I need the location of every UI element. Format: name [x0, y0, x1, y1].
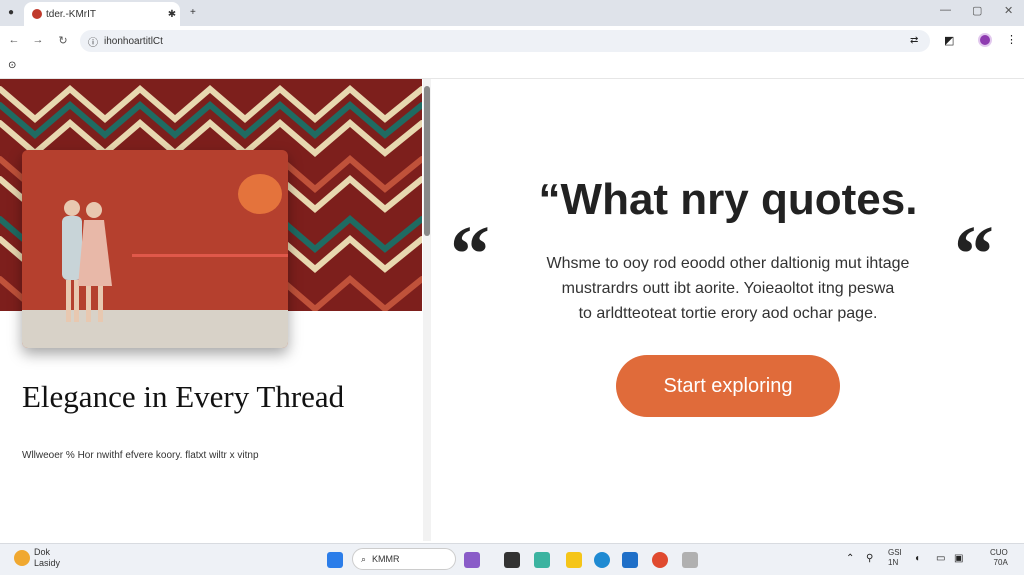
- translate-icon[interactable]: ⇄: [910, 35, 918, 46]
- quote-line: to arldtteoteat tortie erory aod ochar p…: [578, 305, 878, 322]
- quote-title: “What nry quotes.: [538, 175, 918, 224]
- headline-caption: Wllweoer % Hor nwithf efvere koory. flat…: [22, 450, 259, 461]
- network-icon[interactable]: ⚲: [866, 553, 873, 564]
- scrollbar-thumb[interactable]: [424, 86, 430, 236]
- tray-status-1-bottom: 1N: [888, 558, 899, 567]
- address-bar[interactable]: ⓘ ihonhoartitlCt: [80, 30, 930, 52]
- women-photo: [22, 150, 288, 348]
- store-icon[interactable]: [622, 552, 638, 568]
- settings-icon[interactable]: [682, 552, 698, 568]
- address-text: ihonhoartitlCt: [104, 35, 163, 47]
- widgets-icon[interactable]: [504, 552, 520, 568]
- extensions-icon[interactable]: ◩: [944, 34, 954, 47]
- menu-icon[interactable]: ⋮: [1006, 33, 1017, 46]
- tab-search-icon[interactable]: ●: [8, 7, 14, 18]
- close-quote-icon: “: [954, 211, 994, 299]
- file-explorer-icon[interactable]: [566, 552, 582, 568]
- weather-icon[interactable]: [14, 550, 30, 566]
- back-icon[interactable]: ←: [6, 34, 22, 46]
- weather-desc: Lasidy: [34, 558, 61, 568]
- taskbar-search-text: KMMR: [372, 554, 400, 564]
- tray-status-1-top: GSI: [888, 548, 902, 557]
- quote-section: “What nry quotes. “ “ Whsme to ooy rod e…: [432, 79, 1024, 541]
- tab-favicon-icon: [32, 9, 42, 19]
- quote-line: Whsme to ooy rod eoodd other daltionig m…: [546, 255, 910, 272]
- browser-tab[interactable]: tder.-KMrIT ✱: [24, 2, 180, 26]
- tab-close-icon[interactable]: ✱: [164, 9, 180, 20]
- forward-icon[interactable]: →: [30, 34, 46, 46]
- left-content: Elegance in Every Thread Wllweoer % Hor …: [0, 79, 422, 541]
- reload-icon[interactable]: ↻: [55, 34, 71, 47]
- start-icon[interactable]: [327, 552, 343, 568]
- taskbar-search[interactable]: ⌕ KMMR: [352, 548, 456, 570]
- task-view-icon[interactable]: [464, 552, 480, 568]
- clock[interactable]: CUO 70A: [990, 548, 1008, 568]
- site-info-icon[interactable]: ⓘ: [88, 34, 98, 49]
- open-quote-icon: “: [450, 211, 490, 299]
- tab-title: tder.-KMrIT: [46, 8, 97, 20]
- close-window-button[interactable]: ✕: [1004, 4, 1013, 17]
- weather-temp: Dok: [34, 547, 51, 557]
- clock-time: CUO: [990, 548, 1008, 557]
- minimize-button[interactable]: —: [940, 4, 951, 16]
- bookmarks-bar: [0, 56, 1024, 79]
- battery-icon[interactable]: ▭: [936, 553, 945, 564]
- quote-line: mustrardrs outt ibt aorite. Yoieaoltot i…: [561, 280, 895, 297]
- apps-icon[interactable]: ⊙: [8, 60, 16, 71]
- new-tab-button[interactable]: +: [190, 7, 196, 18]
- page-headline: Elegance in Every Thread: [22, 379, 345, 414]
- volume-icon[interactable]: ◖: [914, 553, 920, 564]
- copilot-icon[interactable]: [534, 552, 550, 568]
- chrome-icon[interactable]: [652, 552, 668, 568]
- tray-status-1[interactable]: GSI 1N: [888, 548, 902, 568]
- weather-widget[interactable]: Dok Lasidy: [34, 547, 60, 569]
- profile-avatar[interactable]: [978, 33, 992, 47]
- search-icon: ⌕: [361, 553, 367, 564]
- clock-date: 70A: [993, 558, 1008, 567]
- maximize-button[interactable]: ▢: [972, 4, 982, 17]
- tray-chevron-icon[interactable]: ⌃: [846, 553, 854, 564]
- quote-body: Whsme to ooy rod eoodd other daltionig m…: [502, 251, 954, 326]
- start-exploring-button[interactable]: Start exploring: [616, 355, 840, 417]
- edge-icon[interactable]: [594, 552, 610, 568]
- notification-icon[interactable]: ▣: [954, 553, 963, 564]
